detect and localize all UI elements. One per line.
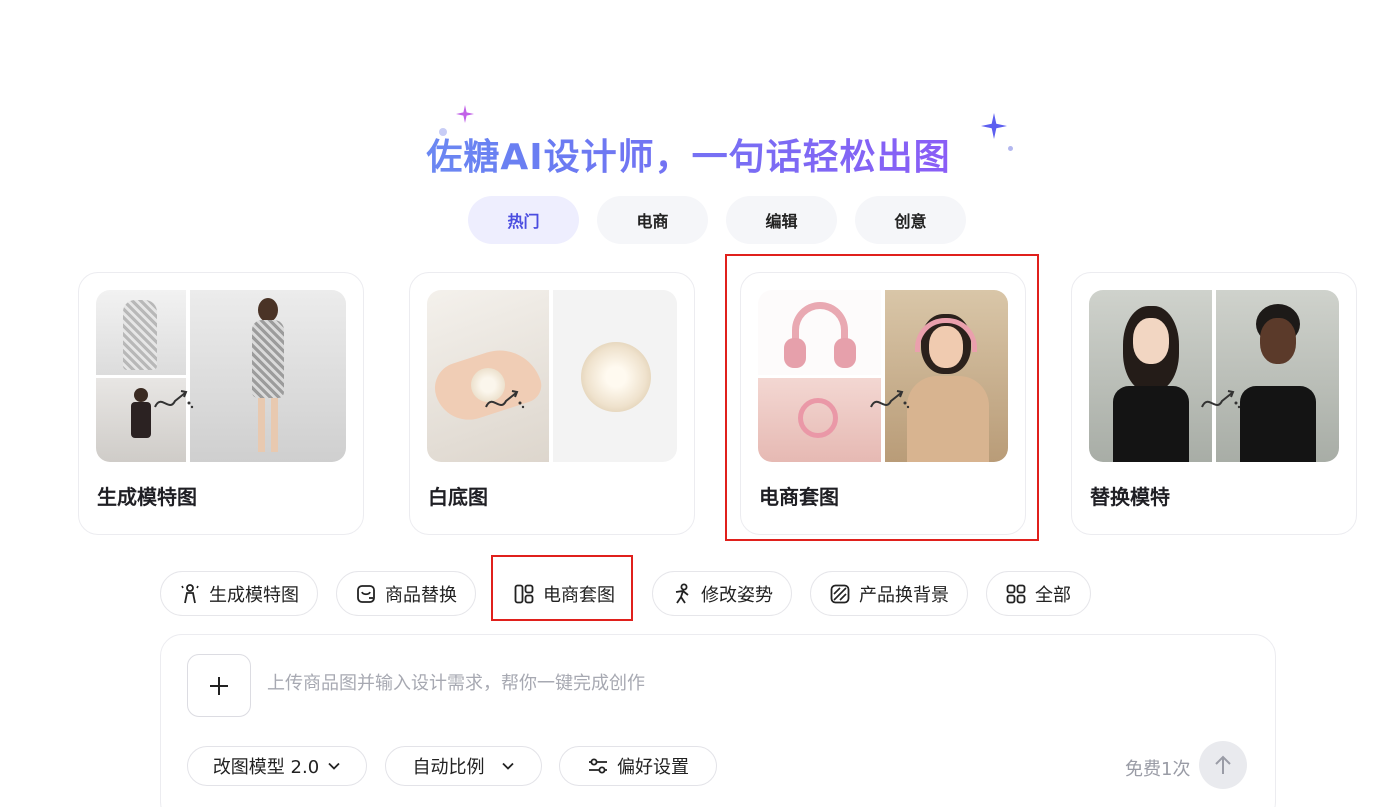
model-figure-icon bbox=[181, 583, 199, 603]
card-title: 白底图 bbox=[428, 485, 488, 509]
background-icon bbox=[830, 584, 850, 603]
quick-tool-product-swap[interactable]: 商品替换 bbox=[336, 571, 476, 616]
card-preview-image bbox=[96, 290, 346, 462]
quick-tool-model[interactable]: 生成模特图 bbox=[160, 571, 318, 616]
model-select[interactable]: 改图模型 2.0 bbox=[187, 746, 367, 786]
arrow-up-icon bbox=[1215, 755, 1231, 774]
quick-tool-label: 全部 bbox=[1035, 584, 1071, 606]
sparkle-small-icon bbox=[456, 105, 474, 123]
tab-hot[interactable]: 热门 bbox=[468, 196, 579, 244]
tab-ecommerce[interactable]: 电商 bbox=[597, 196, 708, 244]
preference-settings-label: 偏好设置 bbox=[617, 757, 689, 778]
sliders-icon bbox=[589, 758, 607, 774]
feature-card-replace-model[interactable]: 替换模特 bbox=[1071, 272, 1357, 535]
card-title: 生成模特图 bbox=[97, 485, 197, 509]
chevron-down-icon bbox=[501, 762, 514, 770]
prompt-input[interactable] bbox=[267, 673, 1167, 694]
card-preview-image bbox=[1089, 290, 1339, 462]
chevron-down-icon bbox=[328, 762, 340, 770]
pose-icon bbox=[675, 583, 689, 603]
card-title: 替换模特 bbox=[1090, 485, 1170, 509]
plus-icon bbox=[210, 676, 228, 695]
chip-highlight-box bbox=[491, 555, 633, 621]
upload-image-button[interactable] bbox=[187, 654, 251, 717]
card-highlight-box bbox=[725, 254, 1039, 541]
quick-tool-label: 修改姿势 bbox=[701, 584, 773, 606]
quick-tool-label: 商品替换 bbox=[385, 584, 457, 606]
feature-card-model[interactable]: 生成模特图 bbox=[78, 272, 364, 535]
quick-tool-all[interactable]: 全部 bbox=[986, 571, 1091, 616]
send-button[interactable] bbox=[1199, 741, 1247, 789]
feature-card-white-background[interactable]: 白底图 bbox=[409, 272, 695, 535]
preference-settings-button[interactable]: 偏好设置 bbox=[559, 746, 717, 786]
category-tabs: 热门 电商 编辑 创意 bbox=[468, 196, 966, 244]
quick-tool-label: 产品换背景 bbox=[859, 584, 949, 606]
model-select-label: 改图模型 2.0 bbox=[212, 757, 320, 778]
transform-arrow-icon bbox=[485, 390, 525, 409]
free-quota-text: 免费1次 bbox=[1125, 759, 1191, 780]
transform-arrow-icon bbox=[154, 390, 194, 409]
page-title: 佐糖AI设计师，一句话轻松出图 bbox=[0, 128, 1377, 180]
ratio-select-label: 自动比例 bbox=[412, 757, 485, 778]
quick-tool-label: 生成模特图 bbox=[209, 584, 299, 606]
ratio-select[interactable]: 自动比例 bbox=[385, 746, 542, 786]
transform-arrow-icon bbox=[1201, 390, 1241, 409]
card-preview-image bbox=[427, 290, 677, 462]
tab-creative[interactable]: 创意 bbox=[855, 196, 966, 244]
quick-tool-background[interactable]: 产品换背景 bbox=[810, 571, 968, 616]
product-swap-icon bbox=[357, 584, 375, 603]
quick-tool-pose[interactable]: 修改姿势 bbox=[652, 571, 792, 616]
all-apps-icon bbox=[1006, 584, 1026, 603]
prompt-composer: 改图模型 2.0 自动比例 偏好设置 免费1次 bbox=[160, 634, 1276, 807]
tab-edit[interactable]: 编辑 bbox=[726, 196, 837, 244]
